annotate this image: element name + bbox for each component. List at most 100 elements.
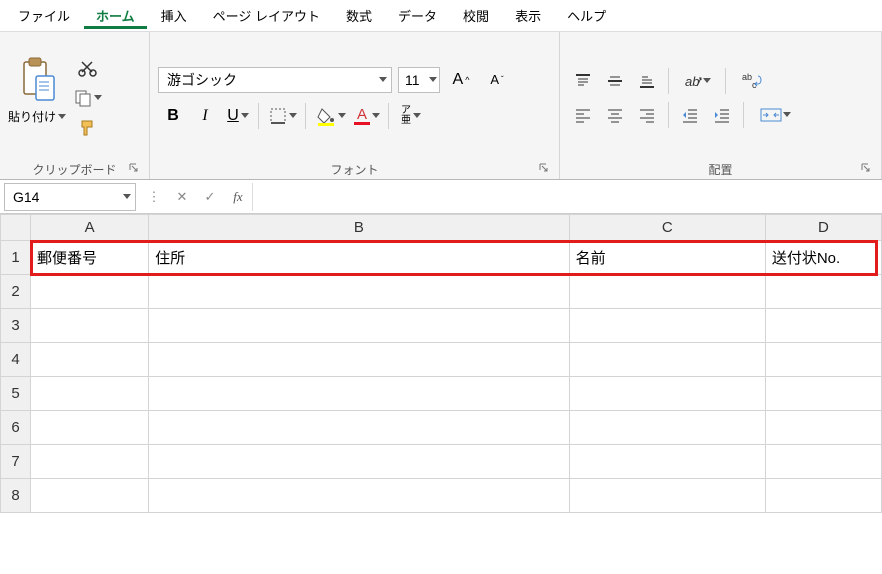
increase-indent-button[interactable]: [707, 101, 737, 129]
cell-d3[interactable]: [765, 309, 881, 343]
cell-d5[interactable]: [765, 377, 881, 411]
cell-a4[interactable]: [31, 343, 149, 377]
increase-font-button[interactable]: A^: [446, 65, 476, 95]
cell-b8[interactable]: [149, 479, 569, 513]
italic-button[interactable]: I: [190, 101, 220, 131]
phonetic-button[interactable]: ア亜: [395, 101, 425, 131]
paint-bucket-icon: [316, 106, 336, 126]
cell-a1[interactable]: 郵便番号: [31, 241, 149, 275]
formula-bar: G14 ⋮ ✕ ✓ fx: [0, 180, 882, 214]
border-button[interactable]: [265, 101, 299, 131]
wrap-text-button[interactable]: abc: [732, 67, 772, 95]
decrease-font-button[interactable]: Aˇ: [482, 65, 512, 95]
cell-a5[interactable]: [31, 377, 149, 411]
select-all-corner[interactable]: [1, 215, 31, 241]
menu-page-layout[interactable]: ページ レイアウト: [201, 2, 332, 29]
menu-home[interactable]: ホーム: [84, 2, 147, 29]
cell-c7[interactable]: [569, 445, 765, 479]
separator: [388, 103, 389, 129]
font-name-select[interactable]: 游ゴシック: [158, 67, 392, 93]
menu-formulas[interactable]: 数式: [334, 2, 384, 29]
paste-button[interactable]: 貼り付け: [8, 56, 66, 125]
fill-color-button[interactable]: [312, 101, 348, 131]
cell-d7[interactable]: [765, 445, 881, 479]
copy-button[interactable]: [74, 86, 102, 110]
cell-b4[interactable]: [149, 343, 569, 377]
font-color-button[interactable]: A: [350, 101, 382, 131]
chevron-down-icon: [372, 113, 380, 118]
align-bottom-button[interactable]: [632, 67, 662, 95]
cancel-formula-button[interactable]: ✕: [168, 183, 196, 211]
cell-d2[interactable]: [765, 275, 881, 309]
group-clipboard: 貼り付け クリップボード: [0, 32, 150, 179]
cell-b3[interactable]: [149, 309, 569, 343]
cell-c8[interactable]: [569, 479, 765, 513]
cell-d6[interactable]: [765, 411, 881, 445]
cell-a6[interactable]: [31, 411, 149, 445]
orientation-button[interactable]: ab: [675, 67, 719, 95]
align-middle-icon: [606, 72, 624, 90]
copy-icon: [74, 89, 92, 107]
cell-b2[interactable]: [149, 275, 569, 309]
merge-center-button[interactable]: [750, 101, 800, 129]
col-header-a[interactable]: A: [31, 215, 149, 241]
align-right-button[interactable]: [632, 101, 662, 129]
align-middle-button[interactable]: [600, 67, 630, 95]
col-header-d[interactable]: D: [765, 215, 881, 241]
group-alignment: ab abc: [560, 32, 882, 179]
underline-button[interactable]: U: [222, 101, 252, 131]
align-center-button[interactable]: [600, 101, 630, 129]
cell-d4[interactable]: [765, 343, 881, 377]
row-header-1[interactable]: 1: [1, 241, 31, 275]
menu-insert[interactable]: 挿入: [149, 2, 199, 29]
cell-c5[interactable]: [569, 377, 765, 411]
menu-view[interactable]: 表示: [503, 2, 553, 29]
cell-c6[interactable]: [569, 411, 765, 445]
row-header-5[interactable]: 5: [1, 377, 31, 411]
row-header-6[interactable]: 6: [1, 411, 31, 445]
row-header-2[interactable]: 2: [1, 275, 31, 309]
font-size-select[interactable]: 11: [398, 67, 440, 93]
clipboard-paste-icon: [16, 56, 58, 106]
clipboard-launcher[interactable]: [127, 161, 141, 175]
decrease-indent-button[interactable]: [675, 101, 705, 129]
row-header-7[interactable]: 7: [1, 445, 31, 479]
cell-d8[interactable]: [765, 479, 881, 513]
cell-c4[interactable]: [569, 343, 765, 377]
grid[interactable]: A B C D 1 郵便番号 住所 名前 送付状No. 2 3 4 5 6 7 …: [0, 214, 882, 513]
cell-a2[interactable]: [31, 275, 149, 309]
name-box[interactable]: G14: [4, 183, 136, 211]
cell-b5[interactable]: [149, 377, 569, 411]
cell-a7[interactable]: [31, 445, 149, 479]
cell-c2[interactable]: [569, 275, 765, 309]
alignment-launcher[interactable]: [859, 161, 873, 175]
menu-data[interactable]: データ: [386, 2, 449, 29]
cell-b1[interactable]: 住所: [149, 241, 569, 275]
align-top-button[interactable]: [568, 67, 598, 95]
row-header-3[interactable]: 3: [1, 309, 31, 343]
formula-input[interactable]: [252, 183, 882, 211]
bold-button[interactable]: B: [158, 101, 188, 131]
spreadsheet: A B C D 1 郵便番号 住所 名前 送付状No. 2 3 4 5 6 7 …: [0, 214, 882, 574]
menu-help[interactable]: ヘルプ: [555, 2, 618, 29]
cell-a8[interactable]: [31, 479, 149, 513]
col-header-c[interactable]: C: [569, 215, 765, 241]
cell-d1[interactable]: 送付状No.: [765, 241, 881, 275]
cell-c3[interactable]: [569, 309, 765, 343]
align-left-button[interactable]: [568, 101, 598, 129]
cut-button[interactable]: [74, 56, 102, 80]
col-header-b[interactable]: B: [149, 215, 569, 241]
insert-function-button[interactable]: fx: [224, 183, 252, 211]
row-header-4[interactable]: 4: [1, 343, 31, 377]
enter-formula-button[interactable]: ✓: [196, 183, 224, 211]
row-header-8[interactable]: 8: [1, 479, 31, 513]
formula-options-button[interactable]: ⋮: [140, 183, 168, 211]
menu-file[interactable]: ファイル: [6, 2, 82, 29]
cell-c1[interactable]: 名前: [569, 241, 765, 275]
menu-review[interactable]: 校閲: [451, 2, 501, 29]
cell-a3[interactable]: [31, 309, 149, 343]
cell-b7[interactable]: [149, 445, 569, 479]
cell-b6[interactable]: [149, 411, 569, 445]
format-painter-button[interactable]: [74, 116, 102, 140]
font-launcher[interactable]: [537, 161, 551, 175]
